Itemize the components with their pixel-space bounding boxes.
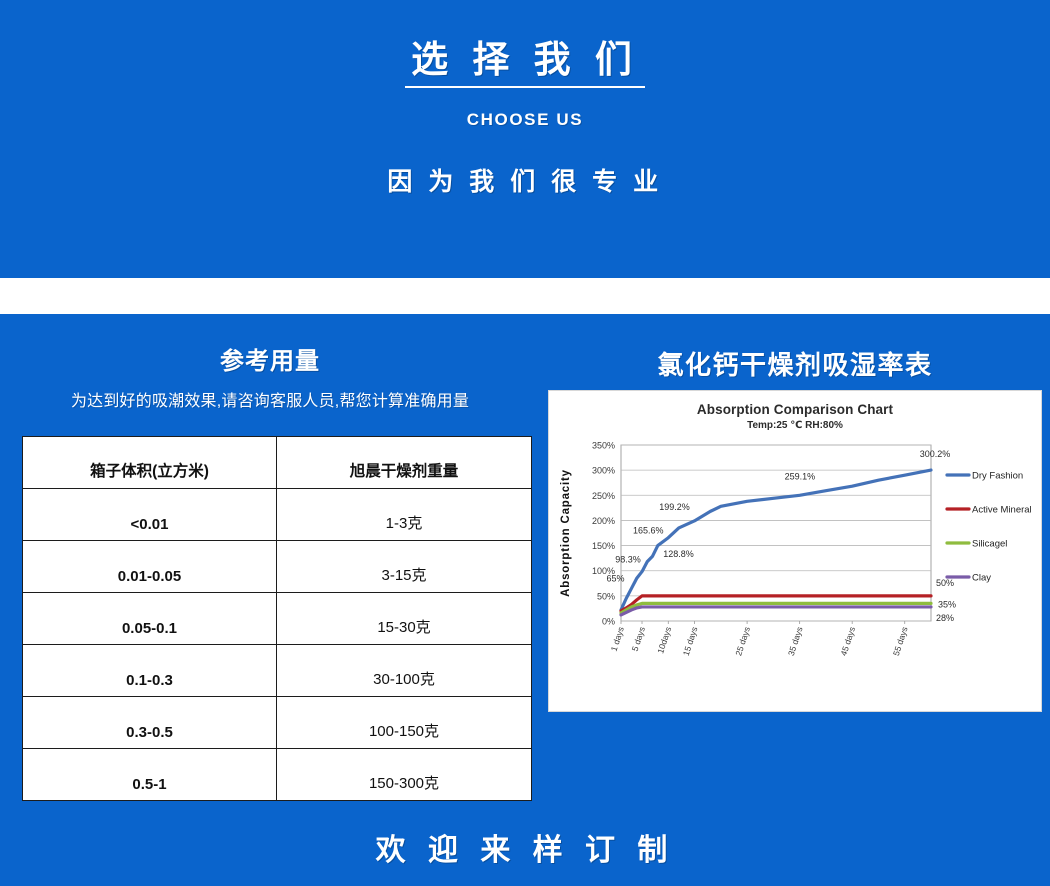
chart-plot-area: 0% 50% 100% 150% 200% 250% 300% 350% Absorption … — [549, 431, 1043, 711]
page-slogan: 因 为 我 们 很 专 业 — [387, 167, 663, 196]
chart-subtitle: Temp:25 ℃ RH:80% — [747, 420, 843, 431]
table-cell-0: <0.01 — [22, 488, 277, 541]
chart-section-title: 氯化钙干燥剂吸湿率表 — [657, 350, 933, 380]
table-row: 0.1-0.3 30-100克 — [22, 644, 532, 697]
x-axis-tick-label: 5 days — [630, 626, 647, 653]
content-area: 参考用量 为达到好的吸潮效果,请咨询客服人员,帮您计算准确用量 箱子体积(立方米… — [0, 314, 1050, 807]
x-axis-tick-label: 55 days — [891, 626, 910, 657]
table-cell-1: 3-15克 — [276, 540, 532, 593]
table-cell-0: 0.3-0.5 — [22, 696, 277, 749]
table-header-row: 箱子体积(立方米) 旭晨干燥剂重量 — [22, 436, 532, 489]
data-label: 28% — [936, 613, 954, 623]
y-axis-tick-label: 50% — [597, 591, 615, 601]
x-axis-tick-label: 35 days — [786, 626, 805, 657]
data-label: 50% — [936, 578, 954, 588]
y-axis-tick-label: 250% — [592, 491, 615, 501]
data-label: 300.2% — [920, 449, 951, 459]
chart-card: Absorption Comparison Chart Temp:25 ℃ RH… — [548, 390, 1042, 712]
y-axis-tick-label: 200% — [592, 516, 615, 526]
y-axis-tick-label: 150% — [592, 541, 615, 551]
page-title: 选 择 我 们 — [405, 38, 645, 88]
y-axis-tick-label: 300% — [592, 466, 615, 476]
data-label: 165.6% — [633, 526, 664, 536]
footer-banner: 欢 迎 来 样 订 制 — [0, 807, 1050, 886]
usage-table: 箱子体积(立方米) 旭晨干燥剂重量 <0.01 1-3克 0.01-0.05 3-15克 0… — [22, 436, 532, 801]
table-cell-1: 1-3克 — [276, 488, 532, 541]
x-axis-tick-label: 15 days — [681, 626, 700, 657]
chart-column: 氯化钙干燥剂吸湿率表 Absorption Comparison Chart T… — [540, 314, 1050, 807]
footer-text: 欢 迎 来 样 订 制 — [375, 833, 675, 867]
x-axis-tick-label: 1 days — [609, 626, 626, 653]
table-cell-0: 0.1-0.3 — [22, 644, 277, 697]
data-label: 259.1% — [785, 472, 816, 482]
x-axis-tick-label: 10days — [655, 626, 673, 655]
absorption-comparison-chart: 0%50%100%150%200%250%300%350%Absorption … — [560, 441, 1032, 657]
table-cell-1: 15-30克 — [276, 592, 532, 645]
data-label: 98.3% — [615, 555, 641, 565]
y-axis-tick-label: 0% — [602, 617, 615, 627]
usage-section-description: 为达到好的吸潮效果,请咨询客服人员,帮您计算准确用量 — [70, 393, 470, 410]
table-cell-1: 100-150克 — [276, 696, 532, 749]
section-divider — [0, 278, 1050, 314]
usage-section-title: 参考用量 — [220, 348, 320, 375]
table-row: <0.01 1-3克 — [22, 488, 532, 541]
table-row: 0.05-0.1 15-30克 — [22, 592, 532, 645]
hero-banner: 选 择 我 们 CHOOSE US 因 为 我 们 很 专 业 — [0, 0, 1050, 278]
legend-label-silicagel: Silicagel — [972, 539, 1007, 550]
promo-page: 选 择 我 们 CHOOSE US 因 为 我 们 很 专 业 参考用量 为达到… — [0, 0, 1050, 886]
table-row: 0.5-1 150-300克 — [22, 748, 532, 801]
table-cell-1: 30-100克 — [276, 644, 532, 697]
legend-label-dry-fashion: Dry Fashion — [972, 471, 1023, 482]
table-cell-0: 0.05-0.1 — [22, 592, 277, 645]
series-line-dry-fashion — [619, 468, 933, 612]
table-row: 0.3-0.5 100-150克 — [22, 696, 532, 749]
chart-title: Absorption Comparison Chart — [696, 402, 894, 417]
data-label: 65% — [607, 573, 625, 583]
data-label: 128.8% — [663, 549, 694, 559]
usage-column: 参考用量 为达到好的吸潮效果,请咨询客服人员,帮您计算准确用量 箱子体积(立方米… — [0, 314, 540, 807]
table-cell-1: 150-300克 — [276, 748, 532, 801]
legend-label-active-mineral: Active Mineral — [972, 505, 1032, 516]
x-axis-tick-label: 25 days — [733, 626, 752, 657]
table-cell-0: 0.01-0.05 — [22, 540, 277, 593]
table-cell-0: 0.5-1 — [22, 748, 277, 801]
legend-label-clay: Clay — [972, 573, 991, 584]
data-label: 199.2% — [659, 502, 690, 512]
x-axis-tick-label: 45 days — [838, 626, 857, 657]
page-subtitle: CHOOSE US — [466, 109, 584, 129]
table-header-cell-0: 箱子体积(立方米) — [22, 436, 277, 489]
y-axis-tick-label: 350% — [592, 441, 615, 451]
data-label: 35% — [938, 599, 956, 609]
table-header-cell-1: 旭晨干燥剂重量 — [276, 436, 532, 489]
table-row: 0.01-0.05 3-15克 — [22, 540, 532, 593]
series-line-clay — [619, 605, 933, 617]
usage-table-wrapper: 箱子体积(立方米) 旭晨干燥剂重量 <0.01 1-3克 0.01-0.05 3-15克 0… — [22, 436, 532, 801]
y-axis-title: Absorption Capacity — [560, 469, 572, 597]
